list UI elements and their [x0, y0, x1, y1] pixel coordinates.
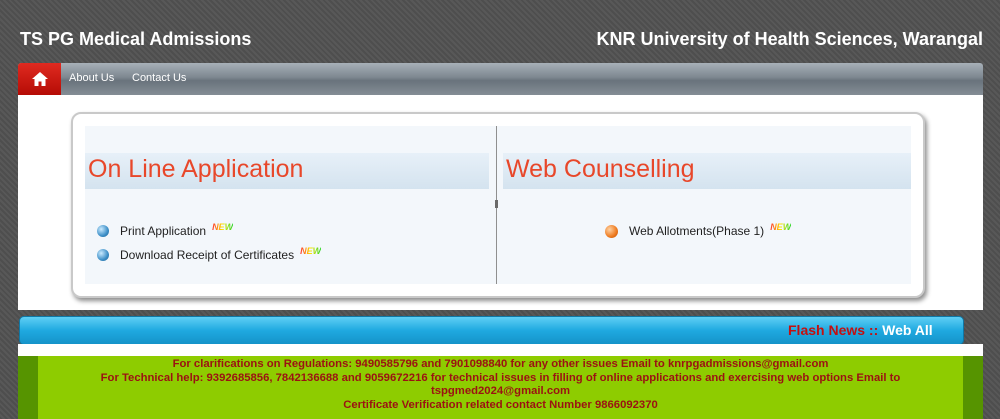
print-application-link[interactable]: Print Application NEW: [97, 222, 234, 238]
info-line-certificate-verification: Certificate Verification related contact…: [343, 398, 658, 411]
info-line-technical-help: For Technical help: 9392685856, 78421366…: [100, 371, 901, 384]
nav-about-us[interactable]: About Us: [69, 72, 114, 84]
link-label: Print Application: [120, 224, 207, 238]
divider-mark: [495, 200, 498, 208]
main-content: On Line Application Web Counselling Prin…: [18, 95, 983, 310]
application-panel: On Line Application Web Counselling Prin…: [71, 112, 925, 298]
info-bar-edge-right: [963, 356, 983, 419]
top-navbar: About Us Contact Us: [18, 63, 983, 95]
download-receipt-link[interactable]: Download Receipt of Certificates NEW: [97, 246, 322, 262]
flash-news-ticker[interactable]: Flash News :: Web All: [788, 322, 933, 338]
info-line-regulations: For clarifications on Regulations: 94905…: [172, 358, 829, 370]
new-badge: NEW: [212, 222, 234, 232]
link-label: Web Allotments(Phase 1): [629, 224, 765, 238]
contact-info-text: For clarifications on Regulations: 94905…: [38, 358, 963, 412]
site-title: TS PG Medical Admissions: [20, 29, 252, 49]
new-badge: NEW: [300, 246, 322, 256]
flash-news-label: Flash News ::: [788, 322, 883, 338]
bullet-icon: [605, 224, 618, 238]
spacer: [18, 344, 983, 356]
flash-news-bar: Flash News :: Web All: [19, 316, 964, 345]
bullet-icon: [97, 249, 109, 261]
web-counselling-title: Web Counselling: [506, 155, 695, 183]
home-button[interactable]: [18, 63, 61, 95]
link-label: Download Receipt of Certificates: [120, 248, 295, 262]
web-allotments-link[interactable]: Web Allotments(Phase 1) NEW: [605, 222, 792, 238]
info-bar-edge-left: [18, 356, 38, 419]
online-application-title: On Line Application: [88, 155, 304, 183]
nav-contact-us[interactable]: Contact Us: [132, 72, 186, 84]
flash-news-message: Web All: [882, 322, 933, 338]
bullet-icon: [97, 225, 109, 237]
university-name: KNR University of Health Sciences, Waran…: [596, 29, 983, 49]
new-badge: NEW: [770, 222, 792, 232]
info-line-technical-email: tspgmed2024@gmail.com: [430, 385, 571, 398]
home-icon: [31, 72, 48, 86]
panel-inner: On Line Application Web Counselling Prin…: [85, 126, 911, 284]
